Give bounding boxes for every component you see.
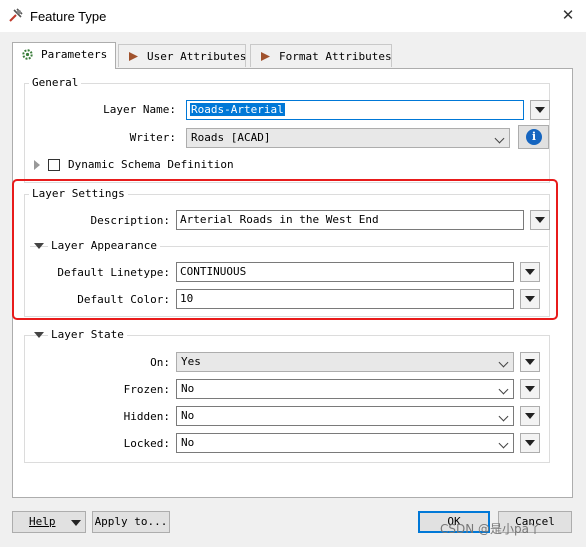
tool-icon xyxy=(9,8,23,22)
window-title: Feature Type xyxy=(30,9,107,24)
hidden-value: No xyxy=(181,409,195,422)
chevron-down-icon xyxy=(498,384,509,395)
tab-parameters[interactable]: Parameters xyxy=(12,42,116,69)
dynamic-schema-label: Dynamic Schema Definition xyxy=(68,158,234,171)
hidden-label: Hidden: xyxy=(123,410,170,423)
tab-user-attributes[interactable]: User Attributes xyxy=(118,44,246,67)
frozen-dropdown-button[interactable] xyxy=(520,379,540,399)
collapse-icon[interactable] xyxy=(34,332,44,338)
on-label: On: xyxy=(150,356,170,369)
writer-select[interactable]: Roads [ACAD] xyxy=(186,128,510,148)
gear-icon xyxy=(22,49,33,60)
chevron-down-icon xyxy=(498,411,509,422)
frozen-label: Frozen: xyxy=(123,383,170,396)
frozen-select[interactable]: No xyxy=(176,379,514,399)
hidden-dropdown-button[interactable] xyxy=(520,406,540,426)
layer-name-value: Roads-Arterial xyxy=(190,103,285,116)
layer-name-dropdown-button[interactable] xyxy=(530,100,550,120)
apply-to-button[interactable]: Apply to... xyxy=(92,511,170,533)
on-value: Yes xyxy=(181,355,201,368)
tab-label: Format Attributes xyxy=(279,50,392,63)
locked-dropdown-button[interactable] xyxy=(520,433,540,453)
writer-label: Writer: xyxy=(129,131,176,144)
highlight-box xyxy=(12,179,558,320)
general-group-label: General xyxy=(29,76,82,89)
diamond-arrow-icon xyxy=(129,52,138,61)
apply-to-label: Apply to... xyxy=(94,515,168,528)
layer-name-label: Layer Name: xyxy=(103,103,176,116)
tab-label: Parameters xyxy=(41,48,108,61)
writer-info-button[interactable]: i xyxy=(518,125,549,149)
tab-label: User Attributes xyxy=(147,50,247,63)
locked-label: Locked: xyxy=(123,437,170,450)
hidden-select[interactable]: No xyxy=(176,406,514,426)
dynamic-schema-checkbox[interactable] xyxy=(48,159,60,171)
chevron-down-icon xyxy=(498,357,509,368)
layer-name-input[interactable]: Roads-Arterial xyxy=(186,100,524,120)
locked-value: No xyxy=(181,436,195,449)
title-bar: Feature Type ✕ xyxy=(0,0,586,32)
help-button[interactable]: Help xyxy=(12,511,86,533)
watermark: CSDN @是小pa丫 xyxy=(440,522,541,536)
diamond-arrow-icon xyxy=(261,52,270,61)
chevron-right-icon[interactable] xyxy=(34,160,40,170)
help-label: Help xyxy=(29,515,56,528)
on-dropdown-button[interactable] xyxy=(520,352,540,372)
layer-state-label: Layer State xyxy=(48,328,127,341)
tab-format-attributes[interactable]: Format Attributes xyxy=(250,44,392,67)
writer-value: Roads [ACAD] xyxy=(191,131,271,144)
locked-select[interactable]: No xyxy=(176,433,514,453)
frozen-value: No xyxy=(181,382,195,395)
info-icon: i xyxy=(526,129,542,145)
close-icon[interactable]: ✕ xyxy=(554,4,582,28)
on-select[interactable]: Yes xyxy=(176,352,514,372)
chevron-down-icon xyxy=(494,133,505,144)
chevron-down-icon xyxy=(71,520,81,526)
chevron-down-icon xyxy=(498,438,509,449)
